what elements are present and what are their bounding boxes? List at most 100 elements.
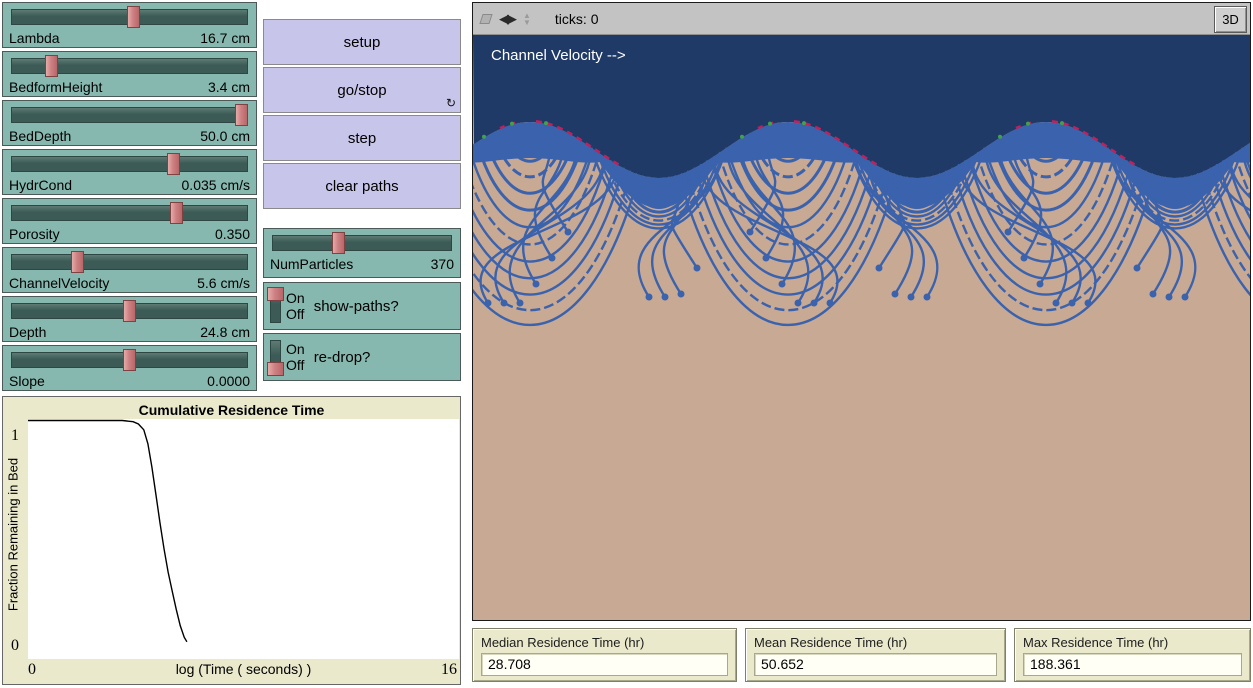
switch-track[interactable] (270, 340, 281, 374)
particle-dot (924, 294, 931, 301)
slider-track[interactable] (11, 303, 248, 319)
simulation-graphics (473, 35, 1250, 620)
button-setup[interactable]: setup (263, 19, 461, 65)
tracer-dot (482, 135, 486, 139)
particle-dot (747, 229, 754, 236)
slider-bedformheight: BedformHeight 3.4 cm (2, 51, 257, 97)
slider-value: 24.8 cm (200, 324, 250, 340)
switch-on-label: On (286, 341, 305, 357)
slider-thumb[interactable] (167, 153, 180, 175)
slider-hydrcond: HydrCond 0.035 cm/s (2, 149, 257, 195)
slider-thumb[interactable] (332, 232, 345, 254)
particle-dot (1150, 291, 1157, 298)
particle-dot (1182, 294, 1189, 301)
particle-dot (1085, 300, 1092, 307)
slider-value: 3.4 cm (208, 79, 250, 95)
monitors-row: Median Residence Time (hr) 28.708 Mean R… (472, 628, 1251, 682)
slider-slope: Slope 0.0000 (2, 345, 257, 391)
particle-dot (485, 300, 492, 307)
button-label: step (348, 130, 376, 147)
particle-dot (565, 229, 572, 236)
slider-value: 0.035 cm/s (182, 177, 250, 193)
slider-thumb[interactable] (123, 300, 136, 322)
plot-ytick-0: 0 (11, 637, 19, 655)
world-view: ◀▶ ▲▼ ticks: 0 3D Channel Velocity --> (472, 2, 1251, 621)
slider-track[interactable] (11, 156, 248, 172)
plot-xtick-16: 16 (441, 661, 457, 679)
slider-value: 16.7 cm (200, 30, 250, 46)
particle-dot (795, 300, 802, 307)
slider-thumb[interactable] (170, 202, 183, 224)
slider-beddepth: BedDepth 50.0 cm (2, 100, 257, 146)
particle-dot (694, 265, 701, 272)
parameter-sliders-panel: Lambda 16.7 cm BedformHeight 3.4 cm BedD… (2, 2, 257, 391)
stepper-icon[interactable]: ▲▼ (523, 12, 531, 26)
switch-name: show-paths? (314, 298, 399, 315)
monitor-2: Max Residence Time (hr) 188.361 (1014, 628, 1251, 682)
slider-numparticles: NumParticles 370 (263, 228, 461, 278)
slider-thumb[interactable] (45, 55, 58, 77)
switch-thumb[interactable] (267, 287, 284, 301)
slider-label: HydrCond (9, 177, 72, 193)
switch-thumb[interactable] (267, 362, 284, 376)
resize-view-icon[interactable] (479, 14, 492, 24)
monitor-label: Max Residence Time (hr) (1023, 635, 1242, 650)
button-clear-paths[interactable]: clear paths (263, 163, 461, 209)
switch-track[interactable] (270, 289, 281, 323)
button-step[interactable]: step (263, 115, 461, 161)
slider-track[interactable] (11, 107, 248, 123)
particle-dot (779, 281, 786, 288)
particle-dot (517, 300, 524, 307)
slider-thumb[interactable] (235, 104, 248, 126)
switches-panel: On Off show-paths? On Off re-drop? (263, 282, 461, 384)
world-canvas[interactable]: Channel Velocity --> (473, 35, 1250, 620)
tracer-dot (1026, 122, 1030, 126)
particle-dot (1166, 294, 1173, 301)
slider-label: NumParticles (270, 256, 353, 272)
particle-dot (1069, 300, 1076, 307)
switch-off-label: Off (286, 357, 305, 373)
plot-title: Cumulative Residence Time (3, 402, 460, 418)
control-buttons-panel: setup go/stop ↻ step clear paths (263, 19, 461, 211)
particle-dot (533, 281, 540, 288)
button-go-stop[interactable]: go/stop ↻ (263, 67, 461, 113)
particle-dot (549, 255, 556, 262)
switch-show-paths[interactable]: On Off show-paths? (263, 282, 461, 330)
switch-re-drop[interactable]: On Off re-drop? (263, 333, 461, 381)
slider-depth: Depth 24.8 cm (2, 296, 257, 342)
slider-thumb[interactable] (127, 6, 140, 28)
slider-lambda: Lambda 16.7 cm (2, 2, 257, 48)
monitor-0: Median Residence Time (hr) 28.708 (472, 628, 737, 682)
monitor-value: 188.361 (1023, 653, 1242, 676)
view-3d-button[interactable]: 3D (1214, 6, 1247, 33)
slider-label: Lambda (9, 30, 60, 46)
tracer-dot (998, 135, 1002, 139)
slider-label: ChannelVelocity (9, 275, 109, 291)
particle-dot (811, 300, 818, 307)
plot-ytick-1: 1 (11, 427, 19, 445)
particle-dot (678, 291, 685, 298)
slider-track[interactable] (11, 9, 248, 25)
particle-dot (1037, 281, 1044, 288)
slider-value: 370 (431, 256, 454, 272)
numparticles-slider-slot: NumParticles 370 (263, 228, 461, 278)
speed-arrows-icon[interactable]: ◀▶ (499, 11, 515, 27)
particle-dot (1053, 300, 1060, 307)
slider-channelvelocity: ChannelVelocity 5.6 cm/s (2, 247, 257, 293)
slider-value: 50.0 cm (200, 128, 250, 144)
slider-label: BedformHeight (9, 79, 102, 95)
slider-thumb[interactable] (123, 349, 136, 371)
particle-dot (827, 300, 834, 307)
slider-track[interactable] (11, 205, 248, 221)
particle-dot (501, 300, 508, 307)
particle-dot (662, 294, 669, 301)
button-label: clear paths (325, 178, 398, 195)
slider-track[interactable] (11, 58, 248, 74)
slider-track[interactable] (272, 235, 452, 251)
slider-track[interactable] (11, 254, 248, 270)
plot-cumulative-residence-time: Cumulative Residence Time 1 0 Fraction R… (2, 396, 461, 685)
slider-thumb[interactable] (71, 251, 84, 273)
slider-label: Depth (9, 324, 46, 340)
particle-dot (1134, 265, 1141, 272)
slider-track[interactable] (11, 352, 248, 368)
